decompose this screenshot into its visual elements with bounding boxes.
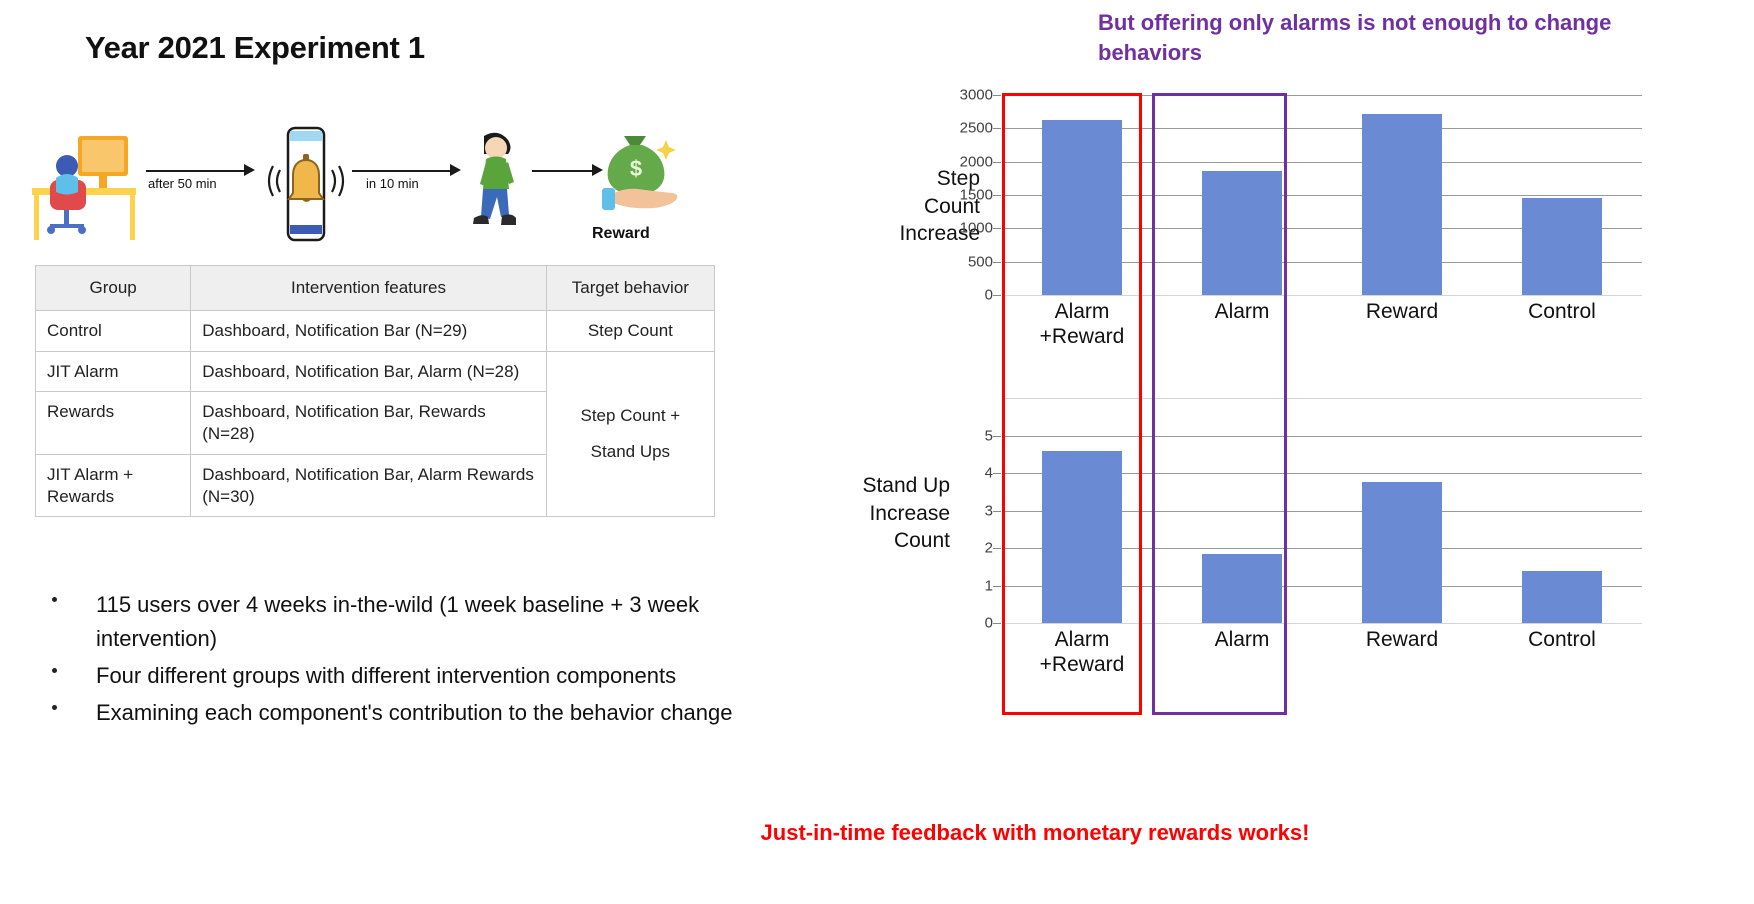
axis-title-line: Increase: [869, 501, 950, 525]
arrow-label-in-10-min: in 10 min: [366, 176, 419, 191]
y-axis-tick-label: 2000: [959, 153, 993, 171]
bullet-text-1: 115 users over 4 weeks in-the-wild (1 we…: [96, 592, 700, 652]
cell-features-control: Dashboard, Notification Bar (N=29): [190, 309, 547, 352]
axis-tick-mark: [993, 548, 1001, 549]
y-axis-tick-label: 5: [984, 427, 993, 444]
merged-target-line-1: Step Count +: [580, 406, 681, 426]
cell-group-rewards: Rewards: [34, 391, 192, 455]
bar-control: [1522, 570, 1602, 623]
bar-control: [1522, 198, 1602, 295]
bullet-text-2: Four different groups with different int…: [96, 663, 677, 689]
bar-reward: [1362, 113, 1442, 295]
x-axis-category-label: Control: [1482, 300, 1642, 325]
y-axis-tick-label: 1: [984, 577, 993, 594]
chart-bottom-y-axis-title: Stand Up Increase Count: [800, 472, 950, 555]
phone-alarm-bell-icon: [262, 126, 348, 249]
summary-bullet-list: 115 users over 4 weeks in-the-wild (1 we…: [44, 588, 764, 733]
axis-title-line: Step: [936, 167, 980, 190]
cell-group-control: Control: [34, 309, 192, 352]
svg-text:$: $: [630, 156, 642, 181]
x-axis-category-label: Control: [1482, 628, 1642, 653]
bullet-dot-icon: [52, 668, 57, 674]
axis-tick-mark: [993, 228, 1001, 230]
page-title: Year 2021 Experiment 1: [85, 30, 425, 65]
axis-tick-mark: [993, 95, 1001, 96]
axis-tick-mark: [993, 128, 1001, 130]
y-axis-tick-label: 500: [967, 253, 993, 271]
category-label-line: Control: [1528, 628, 1596, 651]
cell-group-jit-alarm: JIT Alarm: [34, 350, 192, 393]
axis-title-line: Stand Up: [862, 474, 950, 497]
y-axis-tick-label: 3: [984, 502, 993, 519]
bullet-dot-icon: [52, 597, 57, 602]
axis-tick-mark: [993, 585, 1001, 587]
axis-title-line: Count: [893, 529, 950, 553]
x-axis-category-label: Reward: [1322, 628, 1482, 653]
table-header-intervention-features: Intervention features: [190, 265, 547, 311]
category-label-line: Reward: [1365, 628, 1439, 651]
y-axis-tick-label: 2500: [959, 119, 993, 137]
axis-tick-mark: [993, 261, 1001, 263]
y-axis-tick-label: 1500: [959, 186, 993, 204]
cell-group-jit-alarm-rewards: JIT Alarm + Rewards: [34, 453, 192, 518]
bullet-text-3: Examining each component's contribution …: [96, 700, 733, 726]
bar-reward: [1362, 482, 1442, 623]
reward-caption: Reward: [592, 225, 650, 242]
list-item: 115 users over 4 weeks in-the-wild (1 we…: [44, 588, 764, 656]
purple-annotation-note: But offering only alarms is not enough t…: [1098, 10, 1612, 66]
red-annotation-note: Just-in-time feedback with monetary rewa…: [760, 820, 1310, 845]
axis-tick-mark: [993, 435, 1001, 437]
purple-highlight-box-alarm: [1152, 93, 1287, 715]
merged-target-line-2: Stand Ups: [590, 441, 671, 461]
arrow-label-after-50-min: after 50 min: [148, 176, 217, 191]
cell-features-jit-alarm-rewards: Dashboard, Notification Bar, Alarm Rewar…: [190, 453, 547, 518]
list-item: Four different groups with different int…: [44, 659, 764, 693]
cell-target-merged: Step Count + Stand Ups: [545, 350, 716, 518]
y-axis-tick-label: 0: [984, 614, 993, 632]
right-panel: But offering only alarms is not enough t…: [761, 0, 1754, 904]
category-label-line: Reward: [1365, 300, 1439, 323]
y-axis-tick-label: 2: [984, 539, 993, 557]
table-header-target-behavior: Target behavior: [545, 265, 716, 311]
axis-title-line: Count: [923, 194, 980, 218]
axis-tick-mark: [993, 161, 1001, 163]
y-axis-tick-label: 4: [984, 464, 993, 482]
experiment-groups-table: Group Intervention features Target behav…: [34, 265, 716, 518]
cell-features-rewards: Dashboard, Notification Bar, Rewards (N=…: [190, 391, 547, 455]
axis-tick-mark: [993, 195, 1001, 196]
money-bag-reward-icon: $: [590, 126, 682, 231]
red-highlight-box-alarm-plus-reward: [1002, 93, 1142, 715]
table-header-group: Group: [34, 265, 192, 311]
axis-tick-mark: [993, 623, 1001, 624]
axis-tick-mark: [993, 295, 1001, 296]
chart-top-y-axis-title: Step Count Increase: [830, 165, 980, 248]
desk-worker-icon: [20, 130, 140, 245]
cell-features-jit-alarm: Dashboard, Notification Bar, Alarm (N=28…: [190, 350, 547, 393]
y-axis-tick-label: 3000: [959, 86, 993, 104]
intervention-flow-diagram: after 50 min in 10 min $ Reward: [20, 120, 720, 255]
table-row: Control Dashboard, Notification Bar (N=2…: [34, 309, 716, 352]
table-row: JIT Alarm Dashboard, Notification Bar, A…: [34, 350, 716, 518]
walking-person-icon: [462, 128, 528, 245]
y-axis-tick-label: 0: [984, 286, 993, 304]
left-panel: Year 2021 Experiment 1 after 50 min in 1…: [0, 0, 830, 904]
bullet-dot-icon: [52, 705, 57, 711]
list-item: Examining each component's contribution …: [44, 696, 764, 730]
y-axis-tick-label: 1000: [959, 219, 993, 237]
table-header-row: Group Intervention features Target behav…: [34, 265, 716, 311]
axis-tick-mark: [993, 510, 1001, 512]
category-label-line: Control: [1528, 300, 1596, 323]
axis-title-line: Increase: [899, 222, 980, 246]
slide-canvas: Year 2021 Experiment 1 after 50 min in 1…: [0, 0, 1754, 904]
x-axis-category-label: Reward: [1322, 300, 1482, 325]
cell-target-control: Step Count: [545, 309, 716, 352]
axis-tick-mark: [993, 473, 1001, 474]
